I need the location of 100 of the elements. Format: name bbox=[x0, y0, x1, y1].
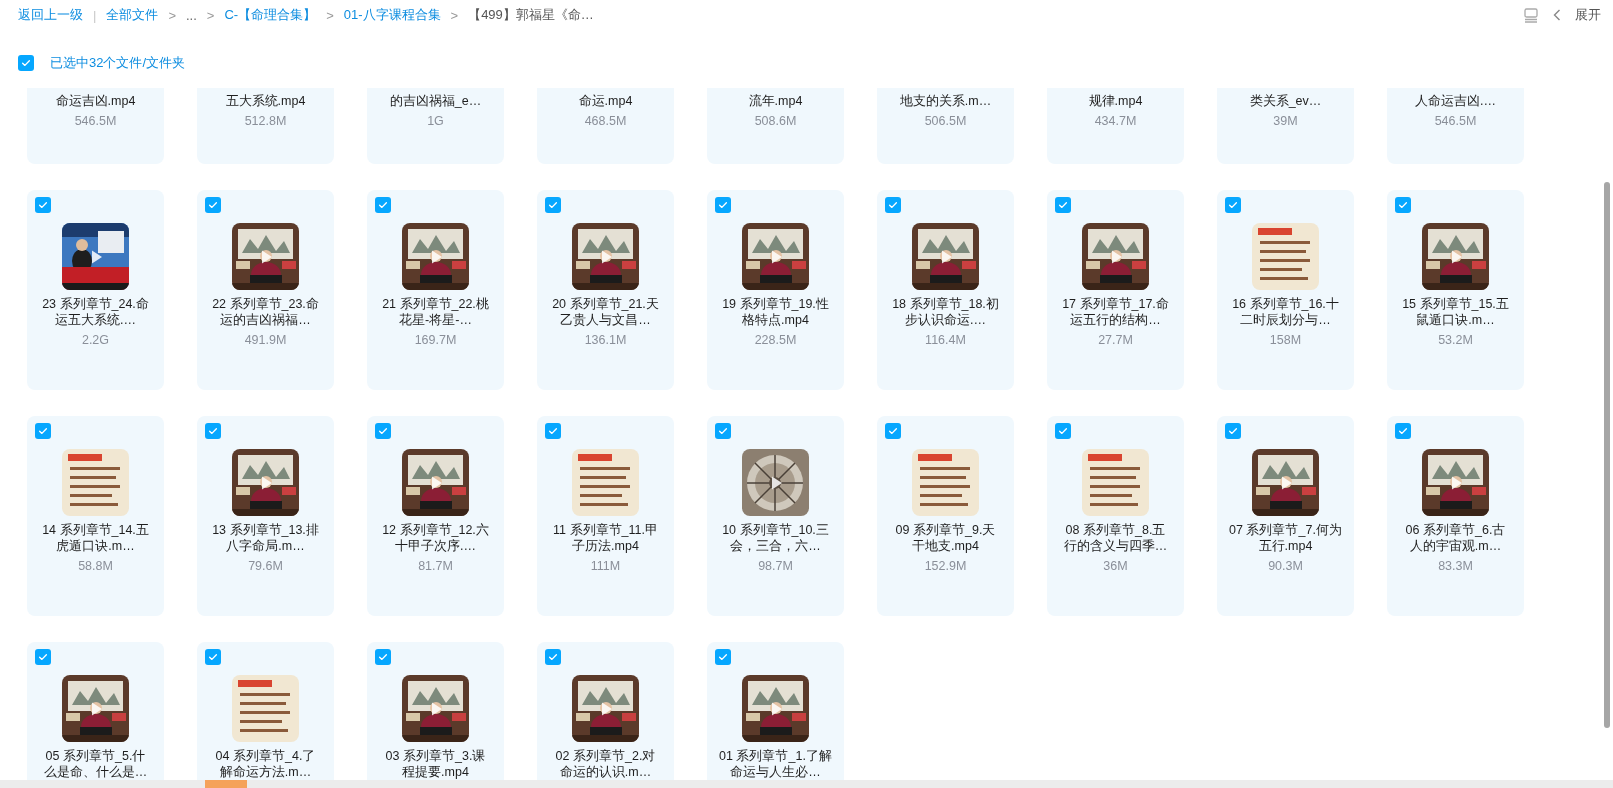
breadcrumb-link[interactable]: C-【命理合集】 bbox=[224, 6, 317, 24]
file-card[interactable]: 08 系列章节_8.五 行的含义与四季… 36M bbox=[1047, 416, 1184, 616]
file-name: 21 系列章节_22.桃 花星-将星-… bbox=[382, 296, 489, 328]
checkbox[interactable] bbox=[545, 423, 561, 439]
checkbox[interactable] bbox=[205, 423, 221, 439]
file-card[interactable]: 13 系列章节_13.排 八字命局.m… 79.6M bbox=[197, 416, 334, 616]
checkbox[interactable] bbox=[205, 197, 221, 213]
checkbox[interactable] bbox=[885, 197, 901, 213]
checkbox[interactable] bbox=[375, 423, 391, 439]
file-name: 23 系列章节_24.命 运五大系统.… bbox=[42, 296, 149, 328]
file-name: 04 系列章节_4.了 解命运方法.m… bbox=[215, 748, 316, 780]
file-card[interactable]: 15 系列章节_15.五 鼠遁口诀.m… 53.2M bbox=[1387, 190, 1524, 390]
checkbox[interactable] bbox=[35, 423, 51, 439]
checkbox[interactable] bbox=[1225, 197, 1241, 213]
breadcrumb-link[interactable]: 01-八字课程合集 bbox=[343, 6, 441, 24]
check-icon bbox=[717, 199, 729, 211]
file-name: 20 系列章节_21.天 乙贵人与文昌… bbox=[552, 296, 659, 328]
scrollbar-thumb[interactable] bbox=[205, 780, 247, 788]
checkbox[interactable] bbox=[35, 197, 51, 213]
file-name: 15 系列章节_15.五 鼠遁口诀.m… bbox=[1402, 296, 1509, 328]
check-icon bbox=[1397, 425, 1409, 437]
breadcrumb-arrow: > bbox=[450, 7, 459, 23]
file-card[interactable]: 命运.mp4 468.5M bbox=[537, 88, 674, 164]
file-size: 2.2G bbox=[81, 333, 110, 347]
file-card[interactable]: 地支的关系.m… 506.5M bbox=[877, 88, 1014, 164]
file-name: 19 系列章节_19.性 格特点.mp4 bbox=[722, 296, 829, 328]
file-card[interactable]: 19 系列章节_19.性 格特点.mp4 228.5M bbox=[707, 190, 844, 390]
file-card[interactable]: 21 系列章节_22.桃 花星-将星-… 169.7M bbox=[367, 190, 504, 390]
check-icon bbox=[887, 199, 899, 211]
breadcrumb-arrow: > bbox=[168, 7, 176, 23]
checkbox[interactable] bbox=[35, 649, 51, 665]
checkbox[interactable] bbox=[375, 197, 391, 213]
selection-count: 已选中32个文件/文件夹 bbox=[50, 54, 186, 72]
file-card[interactable]: 16 系列章节_16.十 二时辰划分与… 158M bbox=[1217, 190, 1354, 390]
file-card[interactable]: 14 系列章节_14.五 虎遁口诀.m… 58.8M bbox=[27, 416, 164, 616]
file-size: 434.7M bbox=[1094, 114, 1137, 128]
checkbox[interactable] bbox=[715, 423, 731, 439]
file-card[interactable]: 07 系列章节_7.何为 五行.mp4 90.3M bbox=[1217, 416, 1354, 616]
file-card[interactable]: 12 系列章节_12.六 十甲子次序.… 81.7M bbox=[367, 416, 504, 616]
checkbox[interactable] bbox=[885, 423, 901, 439]
file-name: 09 系列章节_9.天 干地支.mp4 bbox=[895, 522, 996, 554]
file-card[interactable]: 17 系列章节_17.命 运五行的结构… 27.7M bbox=[1047, 190, 1184, 390]
checkbox[interactable] bbox=[715, 197, 731, 213]
chevron-left-icon[interactable] bbox=[1553, 9, 1561, 21]
scrollbar[interactable] bbox=[1604, 182, 1610, 728]
file-card[interactable]: 02 系列章节_2.对 命运的认识.m… bbox=[537, 642, 674, 780]
file-size: 468.5M bbox=[584, 114, 627, 128]
file-card[interactable]: 的吉凶祸福_e… 1G bbox=[367, 88, 504, 164]
file-card[interactable]: 04 系列章节_4.了 解命运方法.m… bbox=[197, 642, 334, 780]
file-card[interactable]: 01 系列章节_1.了解 命运与人生必… bbox=[707, 642, 844, 780]
file-card[interactable]: 11 系列章节_11.甲 子历法.mp4 111M bbox=[537, 416, 674, 616]
file-name: 五大系统.mp4 bbox=[225, 93, 306, 109]
checkbox[interactable] bbox=[18, 55, 34, 71]
file-size: 53.2M bbox=[1438, 333, 1473, 347]
breadcrumb-link[interactable]: 全部文件 bbox=[106, 6, 159, 24]
checkbox[interactable] bbox=[205, 649, 221, 665]
file-card[interactable]: 06 系列章节_6.古 人的宇宙观.m… 83.3M bbox=[1387, 416, 1524, 616]
file-name: 22 系列章节_23.命 运的吉凶祸福… bbox=[212, 296, 319, 328]
check-icon bbox=[547, 425, 559, 437]
check-icon bbox=[547, 199, 559, 211]
file-card[interactable]: 18 系列章节_18.初 步认识命运.… 116.4M bbox=[877, 190, 1014, 390]
file-name: 流年.mp4 bbox=[748, 93, 803, 109]
check-icon bbox=[717, 651, 729, 663]
breadcrumb-arrow: > bbox=[326, 7, 334, 23]
checkbox[interactable] bbox=[715, 649, 731, 665]
expand-link[interactable]: 展开 bbox=[1575, 6, 1601, 24]
file-card[interactable]: 流年.mp4 508.6M bbox=[707, 88, 844, 164]
check-icon bbox=[377, 425, 389, 437]
file-card[interactable]: 22 系列章节_23.命 运的吉凶祸福… 491.9M bbox=[197, 190, 334, 390]
file-size: 83.3M bbox=[1438, 559, 1473, 573]
file-card[interactable]: 09 系列章节_9.天 干地支.mp4 152.9M bbox=[877, 416, 1014, 616]
checkbox[interactable] bbox=[545, 649, 561, 665]
file-card[interactable]: 23 系列章节_24.命 运五大系统.… 2.2G bbox=[27, 190, 164, 390]
back-link[interactable]: 返回上一级 bbox=[18, 6, 83, 24]
file-card[interactable]: 命运吉凶.mp4 546.5M bbox=[27, 88, 164, 164]
file-card[interactable]: 03 系列章节_3.课 程提要.mp4 bbox=[367, 642, 504, 780]
checkbox[interactable] bbox=[1395, 197, 1411, 213]
file-card[interactable]: 10 系列章节_10.三 会，三合，六… 98.7M bbox=[707, 416, 844, 616]
file-card[interactable]: 类关系_ev… 39M bbox=[1217, 88, 1354, 164]
file-card[interactable]: 规律.mp4 434.7M bbox=[1047, 88, 1184, 164]
check-icon bbox=[37, 199, 49, 211]
file-card[interactable]: 五大系统.mp4 512.8M bbox=[197, 88, 334, 164]
checkbox[interactable] bbox=[545, 197, 561, 213]
file-name: 13 系列章节_13.排 八字命局.m… bbox=[212, 522, 319, 554]
separator: | bbox=[93, 7, 97, 23]
file-size: 508.6M bbox=[754, 114, 797, 128]
file-size: 546.5M bbox=[1434, 114, 1477, 128]
list-view-icon[interactable] bbox=[1523, 7, 1539, 23]
file-card[interactable]: 人命运吉凶.… 546.5M bbox=[1387, 88, 1524, 164]
file-name: 规律.mp4 bbox=[1088, 93, 1143, 109]
breadcrumb-ellipsis[interactable]: ... bbox=[186, 7, 197, 23]
file-card[interactable]: 20 系列章节_21.天 乙贵人与文昌… 136.1M bbox=[537, 190, 674, 390]
check-icon bbox=[1057, 199, 1069, 211]
file-size: 90.3M bbox=[1268, 559, 1303, 573]
file-card[interactable]: 05 系列章节_5.什 么是命、什么是… bbox=[27, 642, 164, 780]
checkbox[interactable] bbox=[1055, 423, 1071, 439]
checkbox[interactable] bbox=[1225, 423, 1241, 439]
checkbox[interactable] bbox=[1395, 423, 1411, 439]
checkbox[interactable] bbox=[375, 649, 391, 665]
checkbox[interactable] bbox=[1055, 197, 1071, 213]
